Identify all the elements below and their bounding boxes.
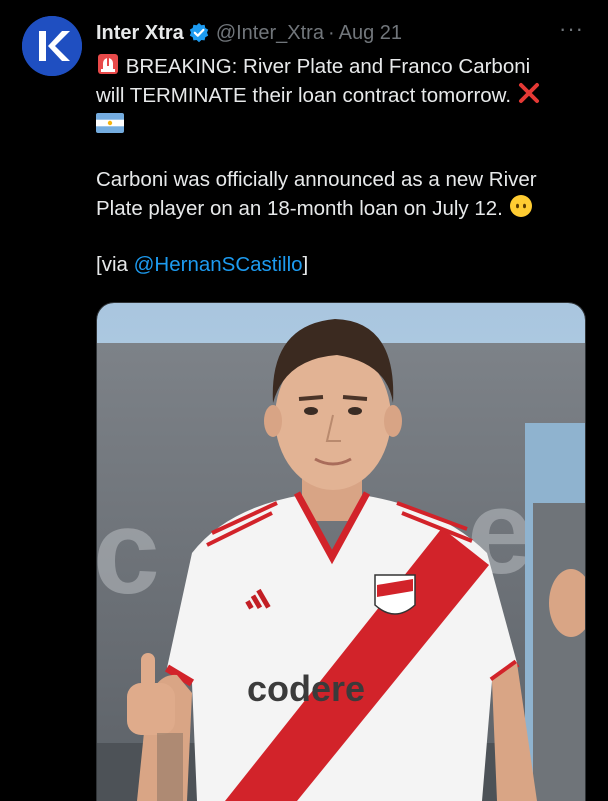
mention-link[interactable]: @HernanSCastillo: [134, 253, 303, 276]
display-name[interactable]: Inter Xtra: [96, 22, 184, 45]
svg-text:c: c: [97, 485, 160, 619]
inter-xtra-logo-icon: [22, 16, 82, 76]
via-suffix: ]: [302, 253, 309, 276]
argentina-flag-emoji-icon: [96, 113, 124, 133]
tweet-line-via: [via @HernanSCastillo]: [96, 251, 592, 279]
tweet-media-photo[interactable]: c e codere: [96, 302, 586, 801]
player-photo: c e codere: [97, 303, 585, 801]
verified-badge-icon: [188, 22, 210, 44]
handle[interactable]: @Inter_Xtra: [216, 22, 324, 45]
tweet-line-2: will TERMINATE their loan contract tomor…: [96, 81, 592, 110]
tweet[interactable]: Inter Xtra @Inter_Xtra · Aug 21 ··· BREA…: [0, 0, 608, 801]
tweet-line-1-text: BREAKING: River Plate and Franco Carboni: [125, 55, 531, 78]
tweet-line-1: BREAKING: River Plate and Franco Carboni: [96, 52, 592, 81]
sponsor-text: codere: [247, 668, 365, 709]
tweet-line-3: [96, 110, 592, 138]
tweet-header: Inter Xtra @Inter_Xtra · Aug 21 ···: [96, 16, 584, 46]
rotating-light-emoji-icon: [96, 52, 120, 76]
tweet-line-2-text: will TERMINATE their loan contract tomor…: [96, 84, 512, 107]
no-mouth-face-emoji-icon: [509, 194, 533, 218]
tweet-line-4: Carboni was officially announced as a ne…: [96, 168, 537, 191]
timestamp[interactable]: Aug 21: [339, 22, 402, 45]
tweet-text: BREAKING: River Plate and Franco Carboni…: [96, 52, 592, 279]
avatar[interactable]: [22, 16, 82, 76]
tweet-line-5: Plate player on an 18-month loan on July…: [96, 194, 592, 223]
tweet-line-5-text: Plate player on an 18-month loan on July…: [96, 197, 503, 220]
cross-mark-emoji-icon: [517, 81, 541, 105]
separator-dot: ·: [327, 21, 335, 44]
more-options-icon[interactable]: ···: [559, 16, 584, 42]
via-prefix: [via: [96, 253, 134, 276]
